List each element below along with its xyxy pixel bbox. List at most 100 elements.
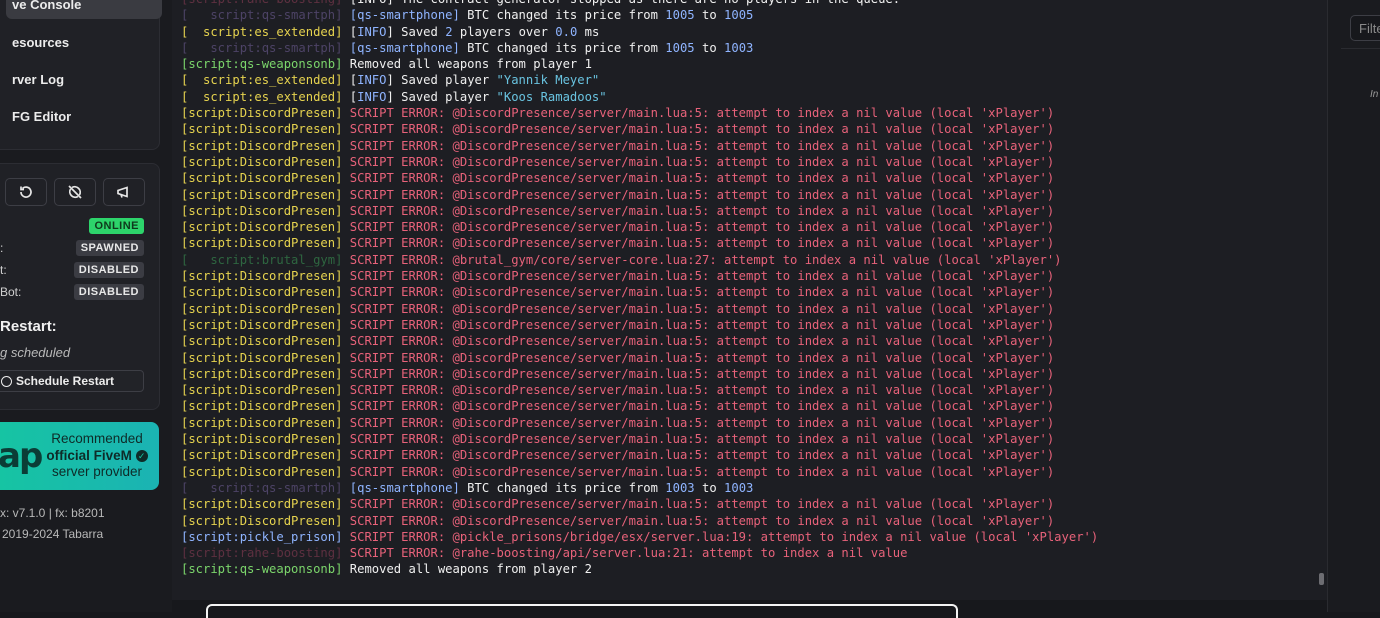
console-line-text: ] Saved player bbox=[386, 73, 497, 88]
console-line-source: [script:qs-weaponsonb] bbox=[181, 57, 343, 72]
nav-item-live-console[interactable]: ve Console bbox=[6, 0, 162, 19]
console-line-text: SCRIPT ERROR: @DiscordPresence/server/ma… bbox=[349, 383, 1055, 398]
console-line-source: [script:DiscordPresen] bbox=[181, 464, 343, 479]
console-line-text: SCRIPT ERROR: @DiscordPresence/server/ma… bbox=[349, 317, 1055, 332]
console-line-source: [script:DiscordPresen] bbox=[181, 366, 343, 381]
console-line-text: Removed all weapons from player 1 bbox=[349, 57, 592, 72]
console-line-text: SCRIPT ERROR: @DiscordPresence/server/ma… bbox=[349, 171, 1055, 186]
console-line-source: [script:DiscordPresen] bbox=[181, 497, 343, 512]
console-line: [script:rahe-boosting] SCRIPT ERROR: @ra… bbox=[181, 545, 1098, 561]
console-line: [script:DiscordPresen] SCRIPT ERROR: @Di… bbox=[181, 350, 1098, 366]
console-line-text: SCRIPT ERROR: @DiscordPresence/server/ma… bbox=[349, 415, 1055, 430]
console-line-text: SCRIPT ERROR: @rahe-boosting/api/server.… bbox=[349, 546, 908, 561]
console-line-text: BTC changed its price from bbox=[459, 40, 666, 55]
console-line-text: SCRIPT ERROR: @DiscordPresence/server/ma… bbox=[349, 497, 1055, 512]
console-line: [ script:qs-smartph] [qs-smartphone] BTC… bbox=[181, 40, 1098, 56]
panel-divider bbox=[1341, 48, 1380, 49]
console-line-source: [script:DiscordPresen] bbox=[181, 383, 343, 398]
status-label-monitor: : bbox=[0, 241, 4, 255]
console-line-source: [script:DiscordPresen] bbox=[181, 432, 343, 447]
console-line: [script:DiscordPresen] SCRIPT ERROR: @Di… bbox=[181, 415, 1098, 431]
console-line-source: [script:DiscordPresen] bbox=[181, 285, 343, 300]
live-console-output[interactable]: [script:rahe-boosting] [INFO] The contra… bbox=[172, 0, 1327, 600]
console-line-text: "Yannik Meyer" bbox=[496, 73, 600, 88]
console-line-source: [script:DiscordPresen] bbox=[181, 415, 343, 430]
console-line-text: 1003 bbox=[724, 480, 754, 495]
console-line-source: [script:DiscordPresen] bbox=[181, 317, 343, 332]
console-line: [script:DiscordPresen] SCRIPT ERROR: @Di… bbox=[181, 366, 1098, 382]
nav-item-resources[interactable]: esources bbox=[12, 35, 69, 50]
next-restart-title: Restart: bbox=[0, 318, 57, 335]
console-scrollbar-thumb[interactable] bbox=[1319, 573, 1324, 585]
console-line-source: [ script:qs-smartph] bbox=[181, 40, 343, 55]
console-line-source: [script:DiscordPresen] bbox=[181, 448, 343, 463]
console-line-text: SCRIPT ERROR: @brutal_gym/core/server-co… bbox=[349, 252, 1062, 267]
console-line-text: SCRIPT ERROR: @DiscordPresence/server/ma… bbox=[349, 399, 1055, 414]
console-line-text: "Koos Ramadoos" bbox=[496, 89, 607, 104]
console-line-text: SCRIPT ERROR: @DiscordPresence/server/ma… bbox=[349, 301, 1055, 316]
console-command-input[interactable] bbox=[206, 604, 958, 618]
console-line-text: SCRIPT ERROR: @DiscordPresence/server/ma… bbox=[349, 122, 1055, 137]
console-line: [ script:qs-smartph] [qs-smartphone] BTC… bbox=[181, 480, 1098, 496]
console-line-text: SCRIPT ERROR: @DiscordPresence/server/ma… bbox=[349, 350, 1055, 365]
restart-server-button[interactable] bbox=[5, 178, 47, 206]
console-line-text: to bbox=[694, 480, 725, 495]
console-line-source: [script:DiscordPresen] bbox=[181, 399, 343, 414]
announce-button[interactable] bbox=[103, 178, 145, 206]
console-log: [script:rahe-boosting] [INFO] The contra… bbox=[181, 0, 1098, 578]
console-line: [script:DiscordPresen] SCRIPT ERROR: @Di… bbox=[181, 464, 1098, 480]
console-line-source: [script:DiscordPresen] bbox=[181, 154, 343, 169]
console-line: [ script:es_extended] [INFO] Saved 2 pla… bbox=[181, 24, 1098, 40]
schedule-restart-button[interactable]: Schedule Restart bbox=[0, 370, 144, 392]
console-line-text: 2 bbox=[445, 24, 453, 39]
console-line-text: Removed all weapons from player 2 bbox=[349, 562, 592, 577]
stop-server-button[interactable] bbox=[54, 178, 96, 206]
console-line: [script:DiscordPresen] SCRIPT ERROR: @Di… bbox=[181, 317, 1098, 333]
console-line: [ script:qs-smartph] [qs-smartphone] BTC… bbox=[181, 7, 1098, 23]
console-line-source: [script:DiscordPresen] bbox=[181, 122, 343, 137]
console-line: [script:DiscordPresen] SCRIPT ERROR: @Di… bbox=[181, 301, 1098, 317]
console-line-text: BTC changed its price from bbox=[459, 8, 666, 23]
console-line-text: 1005 bbox=[724, 8, 754, 23]
console-line-source: [script:rahe-boosting] bbox=[181, 546, 343, 561]
console-line-text: 1005 bbox=[665, 40, 695, 55]
hosting-promo-banner[interactable]: ap Recommended official FiveM ✓ server p… bbox=[0, 422, 159, 490]
restart-icon bbox=[20, 186, 32, 198]
console-line-text: 0.0 bbox=[555, 24, 578, 39]
console-line-source: [script:DiscordPresen] bbox=[181, 138, 343, 153]
console-line-text: [qs-smartphone] bbox=[349, 40, 460, 55]
console-line-text: SCRIPT ERROR: @DiscordPresence/server/ma… bbox=[349, 203, 1055, 218]
promo-logo: ap bbox=[0, 436, 43, 476]
console-line-source: [script:DiscordPresen] bbox=[181, 203, 343, 218]
console-line-source: [ script:es_extended] bbox=[181, 73, 343, 88]
console-line: [ script:es_extended] [INFO] Saved playe… bbox=[181, 89, 1098, 105]
console-line: [script:DiscordPresen] SCRIPT ERROR: @Di… bbox=[181, 268, 1098, 284]
console-line: [script:DiscordPresen] SCRIPT ERROR: @Di… bbox=[181, 496, 1098, 512]
console-line: [script:DiscordPresen] SCRIPT ERROR: @Di… bbox=[181, 333, 1098, 349]
console-input-area bbox=[172, 600, 1327, 618]
status-label-discord-bot: Bot: bbox=[0, 285, 22, 299]
console-line: [script:qs-weaponsonb] Removed all weapo… bbox=[181, 561, 1098, 577]
console-line-source: [script:pickle_prison] bbox=[181, 529, 343, 544]
console-line-text: INFO bbox=[357, 24, 387, 39]
next-restart-status: g scheduled bbox=[0, 345, 71, 360]
console-line-source: [ script:qs-smartph] bbox=[181, 8, 343, 23]
nav-item-server-log[interactable]: rver Log bbox=[12, 72, 64, 87]
console-line: [script:pickle_prison] SCRIPT ERROR: @pi… bbox=[181, 529, 1098, 545]
console-line-text: ] Saved bbox=[386, 24, 446, 39]
version-info: x: v7.1.0 | fx: b8201 bbox=[0, 506, 105, 520]
console-line-text: ] Saved player bbox=[386, 89, 497, 104]
console-line: [script:DiscordPresen] SCRIPT ERROR: @Di… bbox=[181, 513, 1098, 529]
console-line-source: [ script:es_extended] bbox=[181, 89, 343, 104]
console-line: [script:DiscordPresen] SCRIPT ERROR: @Di… bbox=[181, 219, 1098, 235]
console-line-text: INFO bbox=[357, 89, 387, 104]
console-line-source: [ script:qs-smartph] bbox=[181, 480, 343, 495]
console-line-text: SCRIPT ERROR: @DiscordPresence/server/ma… bbox=[349, 236, 1055, 251]
console-line-text: [INFO] The contract generator stopped as… bbox=[350, 0, 900, 6]
player-list-note: In bbox=[1370, 89, 1379, 100]
stop-icon bbox=[68, 185, 82, 199]
nav-item-cfg-editor[interactable]: FG Editor bbox=[12, 109, 71, 124]
console-line-text: SCRIPT ERROR: @DiscordPresence/server/ma… bbox=[349, 285, 1055, 300]
player-filter-input[interactable] bbox=[1350, 15, 1380, 41]
console-line: [script:DiscordPresen] SCRIPT ERROR: @Di… bbox=[181, 203, 1098, 219]
